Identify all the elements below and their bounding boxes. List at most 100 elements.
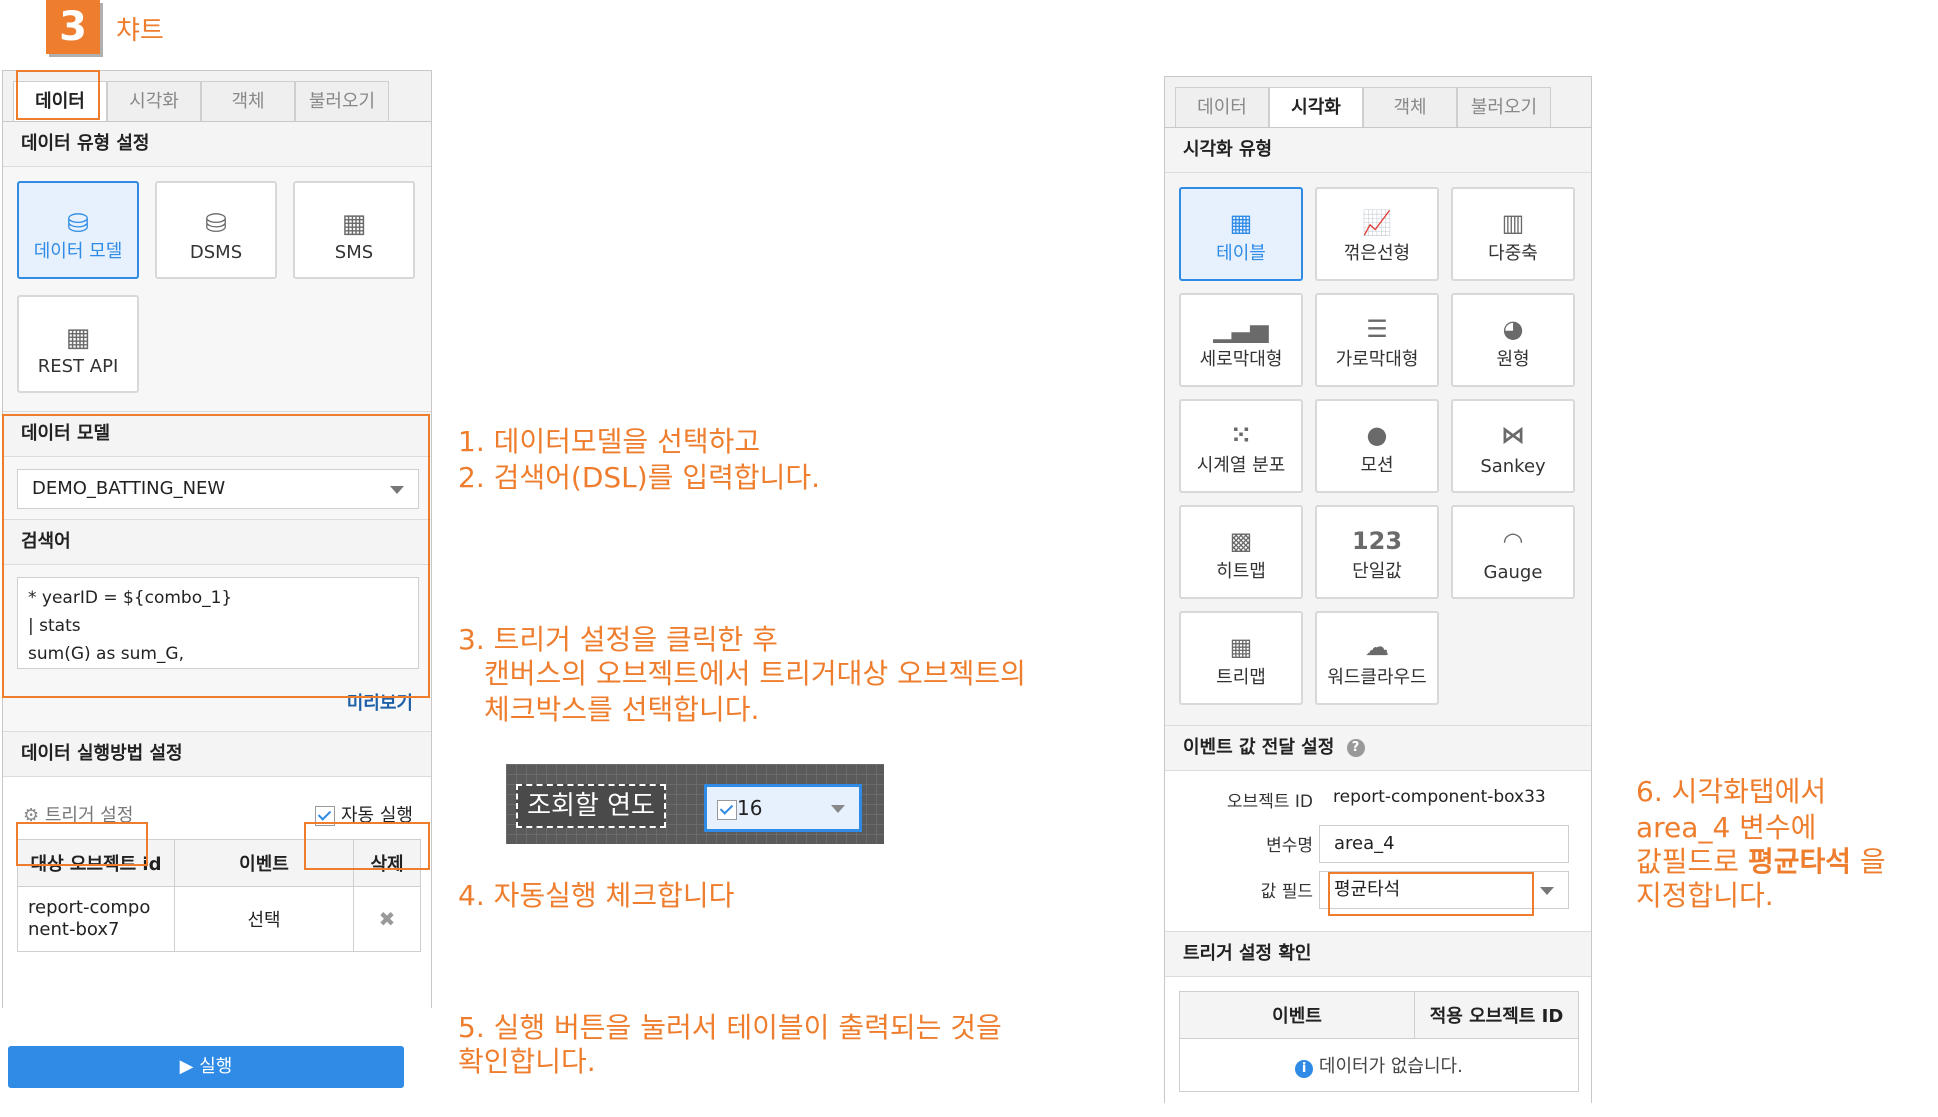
page-title: 챠트 [116, 16, 164, 46]
x-icon[interactable]: ✖ [379, 907, 396, 931]
highlight-data-model-query [2, 414, 430, 698]
vis-type-sankey[interactable]: ⋈ Sankey [1451, 399, 1575, 493]
vis-type-column[interactable]: ▁▃▅ 세로막대형 [1179, 293, 1303, 387]
note-6c-bold: 평균타석 [1747, 845, 1851, 878]
vis-type-single-value[interactable]: 123 단일값 [1315, 505, 1439, 599]
cloud-icon: ☁ [1365, 633, 1389, 661]
vis-type-label: 워드클라우드 [1327, 667, 1427, 688]
combo-label: 조회할 연도 [516, 784, 666, 828]
chevron-down-icon [1540, 887, 1554, 895]
object-id-label: 오브젝트 ID [1226, 792, 1313, 812]
vis-type-label: 히트맵 [1216, 561, 1266, 582]
tab-visualization[interactable]: 시각화 [1269, 87, 1363, 127]
vis-type-timeseries[interactable]: ⁙ 시계열 분포 [1179, 399, 1303, 493]
data-type-section-title: 데이터 유형 설정 [3, 122, 431, 167]
highlight-data-tab [16, 70, 100, 120]
note-5a: 5. 실행 버튼을 눌러서 테이블이 출력되는 것을 [458, 1011, 1002, 1044]
exec-section-title: 데이터 실행방법 설정 [3, 732, 431, 777]
tab-object[interactable]: 객체 [1363, 87, 1457, 127]
checkbox-checked-icon[interactable] [717, 799, 737, 820]
data-type-label: SMS [334, 242, 374, 263]
vis-type-label: 원형 [1496, 349, 1530, 370]
sankey-icon: ⋈ [1501, 421, 1525, 449]
table-icon: ▦ [1229, 209, 1253, 237]
vis-type-label: 단일값 [1352, 561, 1402, 582]
note-6a: 6. 시각화탭에서 [1636, 775, 1827, 808]
motion-icon: ● [1366, 421, 1388, 449]
combo-select[interactable]: 16 [704, 784, 862, 832]
table-row: report-compo nent-box7 선택 ✖ [17, 886, 421, 952]
single-value-icon: 123 [1351, 527, 1403, 555]
line-chart-icon: 📈 [1362, 209, 1392, 237]
vis-type-section-title: 시각화 유형 [1165, 128, 1591, 173]
note-6c: 값필드로 평균타석 을 [1636, 844, 1886, 880]
right-tabs: 데이터 시각화 객체 불러오기 [1165, 77, 1591, 128]
object-id-value: report-component-box33 [1333, 787, 1546, 807]
vis-type-wordcloud[interactable]: ☁ 워드클라우드 [1315, 611, 1439, 705]
data-type-rest-api[interactable]: ▦ REST API [17, 295, 139, 393]
event-section-label: 이벤트 값 전달 설정 [1183, 737, 1335, 758]
value-field-label: 값 필드 [1260, 882, 1313, 902]
vis-type-motion[interactable]: ● 모션 [1315, 399, 1439, 493]
highlight-auto-run [304, 822, 430, 870]
multi-axis-icon: ▥ [1501, 209, 1525, 237]
vis-type-line[interactable]: 📈 꺾은선형 [1315, 187, 1439, 281]
vis-type-label: 테이블 [1216, 243, 1266, 264]
run-button[interactable]: ▶ 실행 [8, 1046, 404, 1088]
play-icon: ▶ [179, 1056, 194, 1077]
heatmap-icon: ▩ [1229, 527, 1253, 555]
vis-type-label: 모션 [1360, 455, 1394, 476]
vis-type-multi-axis[interactable]: ▥ 다중축 [1451, 187, 1575, 281]
note-5b: 확인합니다. [458, 1045, 596, 1078]
empty-row: i 데이터가 없습니다. [1179, 1038, 1579, 1092]
vis-type-label: 세로막대형 [1199, 349, 1283, 370]
vis-type-label: 다중축 [1488, 243, 1538, 264]
monitor-db-icon: ▦ [341, 209, 367, 239]
vis-type-pie[interactable]: ◕ 원형 [1451, 293, 1575, 387]
trigger-confirm-table: 이벤트 적용 오브젝트 ID i 데이터가 없습니다. [1179, 991, 1579, 1092]
data-type-label: DSMS [189, 242, 243, 263]
right-panel: 데이터 시각화 객체 불러오기 시각화 유형 ▦ 테이블 📈 꺾은선형 ▥ 다중축 ▁… [1164, 76, 1592, 1117]
tab-load[interactable]: 불러오기 [1457, 87, 1551, 127]
highlight-trigger-setting [16, 822, 148, 866]
note-3a: 3. 트리거 설정을 클릭한 후 [458, 623, 778, 656]
highlight-value-field [1328, 872, 1534, 916]
vis-type-label: 꺾은선형 [1343, 243, 1411, 264]
vis-type-heatmap[interactable]: ▩ 히트맵 [1179, 505, 1303, 599]
vis-type-treemap[interactable]: ▦ 트리맵 [1179, 611, 1303, 705]
canvas-snippet: 조회할 연도 16 [506, 764, 884, 844]
delete-cell: ✖ [353, 886, 421, 952]
data-type-dsms[interactable]: ⛁ DSMS [155, 181, 277, 279]
vis-type-gauge[interactable]: ◠ Gauge [1451, 505, 1575, 599]
step-badge: 3 [46, 0, 100, 54]
vis-type-table[interactable]: ▦ 테이블 [1179, 187, 1303, 281]
info-icon: i [1295, 1060, 1314, 1078]
treemap-icon: ▦ [1229, 633, 1253, 661]
note-4: 4. 자동실행 체크합니다 [458, 879, 735, 912]
data-type-label: 데이터 모델 [33, 241, 123, 262]
tab-object[interactable]: 객체 [201, 81, 295, 121]
var-name-input[interactable]: area_4 [1319, 825, 1569, 863]
run-button-label: 실행 [199, 1056, 233, 1077]
cell-object-id: report-compo nent-box7 [17, 886, 175, 952]
data-type-data-model[interactable]: ⛁ 데이터 모델 [17, 181, 139, 279]
tab-load[interactable]: 불러오기 [295, 81, 389, 121]
vis-type-label: Sankey [1480, 456, 1546, 477]
vis-type-bar[interactable]: ☰ 가로막대형 [1315, 293, 1439, 387]
tab-data[interactable]: 데이터 [1175, 87, 1269, 127]
col-event: 이벤트 [1179, 991, 1415, 1039]
note-6d: 지정합니다. [1636, 879, 1774, 912]
column-chart-icon: ▁▃▅ [1213, 315, 1269, 343]
vis-type-label: 시계열 분포 [1196, 455, 1286, 476]
tab-visualization[interactable]: 시각화 [107, 81, 201, 121]
vis-type-label: 트리맵 [1216, 667, 1266, 688]
pie-chart-icon: ◕ [1502, 315, 1524, 343]
cell-event: 선택 [174, 886, 354, 952]
note-6c-pre: 값필드로 [1636, 845, 1748, 878]
vis-type-label: 가로막대형 [1335, 349, 1419, 370]
note-3b: 캔버스의 오브젝트에서 트리거대상 오브젝트의 [484, 657, 1026, 690]
bar-chart-icon: ☰ [1366, 315, 1388, 343]
data-type-sms[interactable]: ▦ SMS [293, 181, 415, 279]
note-1: 1. 데이터모델을 선택하고 [458, 425, 761, 458]
help-icon[interactable]: ? [1346, 739, 1365, 757]
